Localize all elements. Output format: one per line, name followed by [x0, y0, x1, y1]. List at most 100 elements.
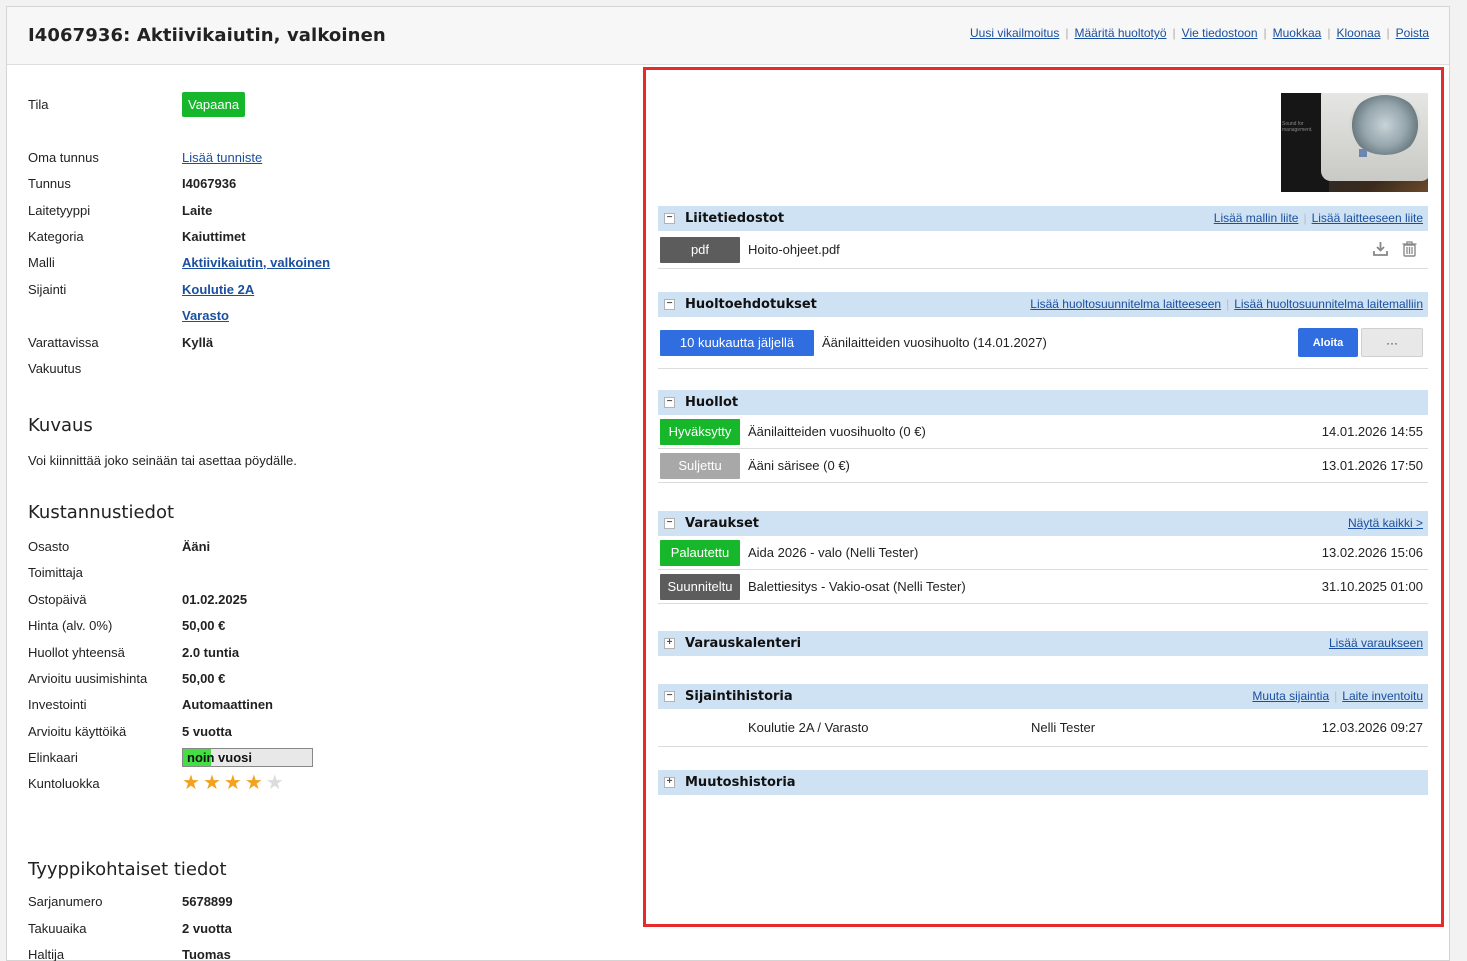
description-text: Voi kiinnittää joko seinään tai asettaa … [28, 453, 297, 468]
insurance-label: Vakuutus [28, 360, 82, 376]
minus-toggle-icon[interactable]: − [664, 213, 675, 224]
suggestion-text: Äänilaitteiden vuosihuolto (14.01.2027) [822, 335, 1047, 350]
location-link[interactable]: Koulutie 2A [182, 282, 254, 297]
show-all-link[interactable]: Näytä kaikki > [1348, 516, 1423, 530]
minus-toggle-icon[interactable]: − [664, 397, 675, 408]
bookable-label: Varattavissa [28, 334, 99, 350]
description-heading: Kuvaus [28, 415, 93, 436]
list-item[interactable]: Hyväksytty Äänilaitteiden vuosihuolto (0… [658, 415, 1428, 449]
change-history-section: + Muutoshistoria [658, 770, 1428, 795]
device-type-row: Laitetyyppi Laite [28, 201, 628, 219]
export-link[interactable]: Vie tiedostoon [1182, 26, 1258, 40]
trash-icon[interactable] [1401, 240, 1418, 260]
status-row: Tila Vapaana [28, 91, 628, 117]
location-history-item: Koulutie 2A / Varasto Nelli Tester 12.03… [658, 709, 1428, 747]
cost-row: Huollot yhteensä 2.0 tuntia [28, 644, 240, 660]
lifecycle-row: Elinkaari noin vuosi [28, 747, 628, 767]
new-fault-report-link[interactable]: Uusi vikailmoitus [970, 26, 1059, 40]
plus-toggle-icon[interactable]: + [664, 638, 675, 649]
assign-maintenance-link[interactable]: Määritä huoltotyö [1074, 26, 1166, 40]
condition-row: Kuntoluokka ★ ★ ★ ★ ★ [28, 772, 628, 794]
type-row: Haltija Tuomas [28, 946, 231, 961]
reservations-section: − Varaukset Näytä kaikki > Palautettu Ai… [658, 511, 1428, 604]
list-item[interactable]: Suljettu Ääni särisee (0 €) 13.01.2026 1… [658, 449, 1428, 483]
start-button[interactable]: Aloita [1298, 328, 1358, 357]
device-type-value: Laite [182, 202, 213, 218]
lifecycle-label: Elinkaari [28, 749, 78, 765]
reservations-title: Varaukset [685, 516, 759, 531]
thumbnail-caption: Sound for management. [1282, 121, 1313, 133]
maintenance-title: Huollot [685, 395, 739, 410]
list-item[interactable]: Palautettu Aida 2026 - valo (Nelli Teste… [658, 536, 1428, 570]
cost-row: Investointi Automaattinen [28, 696, 273, 712]
clone-link[interactable]: Kloonaa [1336, 26, 1380, 40]
maintenance-suggestion-item: 10 kuukautta jäljellä Äänilaitteiden vuo… [658, 317, 1428, 369]
edit-link[interactable]: Muokkaa [1273, 26, 1322, 40]
lifecycle-text: noin vuosi [187, 749, 252, 765]
bookable-row: Varattavissa Kyllä [28, 333, 628, 351]
delete-link[interactable]: Poista [1396, 26, 1429, 40]
list-item[interactable]: Suunniteltu Balettiesitys - Vakio-osat (… [658, 570, 1428, 604]
add-plan-to-device-link[interactable]: Lisää huoltosuunnitelma laitteeseen [1030, 297, 1221, 311]
condition-stars: ★ ★ ★ ★ ★ [182, 772, 284, 794]
status-badge: Palautettu [660, 539, 740, 566]
header-actions: Uusi vikailmoitus | Määritä huoltotyö | … [970, 26, 1429, 40]
attachment-item: pdf Hoito-ohjeet.pdf [658, 231, 1428, 269]
change-location-link[interactable]: Muuta sijaintia [1252, 689, 1329, 703]
condition-label: Kuntoluokka [28, 775, 100, 791]
separator: | [1327, 26, 1331, 40]
download-icon[interactable] [1372, 240, 1389, 260]
file-name[interactable]: Hoito-ohjeet.pdf [748, 242, 840, 257]
id-label: Tunnus [28, 175, 71, 191]
reservation-calendar-section: + Varauskalenteri Lisää varaukseen [658, 631, 1428, 656]
cost-row: Ostopäivä 01.02.2025 [28, 591, 248, 607]
location-history-title: Sijaintihistoria [685, 689, 793, 704]
add-tag-link[interactable]: Lisää tunniste [182, 150, 262, 165]
location-label: Sijainti [28, 281, 67, 297]
cost-row: Toimittaja [28, 564, 83, 580]
category-label: Kategoria [28, 228, 84, 244]
location-row: Sijainti Koulutie 2A [28, 280, 628, 298]
cost-row: Arvioitu uusimishinta 50,00 € [28, 670, 226, 686]
lifecycle-bar: noin vuosi [182, 747, 313, 767]
minus-toggle-icon[interactable]: − [664, 299, 675, 310]
add-plan-to-model-link[interactable]: Lisää huoltosuunnitelma laitemalliin [1234, 297, 1423, 311]
status-badge: Hyväksytty [660, 418, 740, 445]
add-device-attachment-link[interactable]: Lisää laitteeseen liite [1312, 211, 1423, 225]
status-badge: Suunniteltu [660, 573, 740, 600]
category-value: Kaiuttimet [182, 228, 246, 244]
cost-row: Hinta (alv. 0%) 50,00 € [28, 617, 226, 633]
status-label: Tila [28, 96, 49, 112]
file-type-badge: pdf [660, 236, 740, 263]
minus-toggle-icon[interactable]: − [664, 691, 675, 702]
minus-toggle-icon[interactable]: − [664, 518, 675, 529]
model-label: Malli [28, 254, 55, 270]
plus-toggle-icon[interactable]: + [664, 777, 675, 788]
cost-row: Osasto Ääni [28, 538, 211, 554]
id-row: Tunnus I4067936 [28, 174, 628, 192]
more-button[interactable]: ··· [1361, 328, 1423, 357]
category-row: Kategoria Kaiuttimet [28, 227, 628, 245]
bookable-value: Kyllä [182, 334, 214, 350]
star-icon: ★ [182, 772, 200, 794]
own-id-row: Oma tunnus Lisää tunniste [28, 148, 628, 166]
sublocation-link[interactable]: Varasto [182, 308, 229, 323]
separator: | [1263, 26, 1267, 40]
maintenance-suggestions-title: Huoltoehdotukset [685, 297, 817, 312]
page-title: I4067936: Aktiivikaiutin, valkoinen [28, 25, 386, 46]
page-header: I4067936: Aktiivikaiutin, valkoinen Uusi… [7, 7, 1449, 65]
highlighted-side-panel: Sound for management. − Liitetiedostot L… [643, 67, 1444, 927]
add-model-attachment-link[interactable]: Lisää mallin liite [1214, 211, 1299, 225]
maintenance-suggestions-section: − Huoltoehdotukset Lisää huoltosuunnitel… [658, 292, 1428, 369]
status-badge: Suljettu [660, 452, 740, 479]
separator: | [1386, 26, 1390, 40]
id-value: I4067936 [182, 175, 237, 191]
separator: | [1172, 26, 1176, 40]
device-inventoried-link[interactable]: Laite inventoitu [1342, 689, 1423, 703]
add-to-reservation-link[interactable]: Lisää varaukseen [1329, 636, 1423, 650]
status-badge: Vapaana [182, 91, 246, 117]
device-thumbnail[interactable]: Sound for management. [1281, 93, 1428, 192]
model-link[interactable]: Aktiivikaiutin, valkoinen [182, 255, 330, 270]
attachments-title: Liitetiedostot [685, 211, 785, 226]
cost-heading: Kustannustiedot [28, 502, 175, 523]
